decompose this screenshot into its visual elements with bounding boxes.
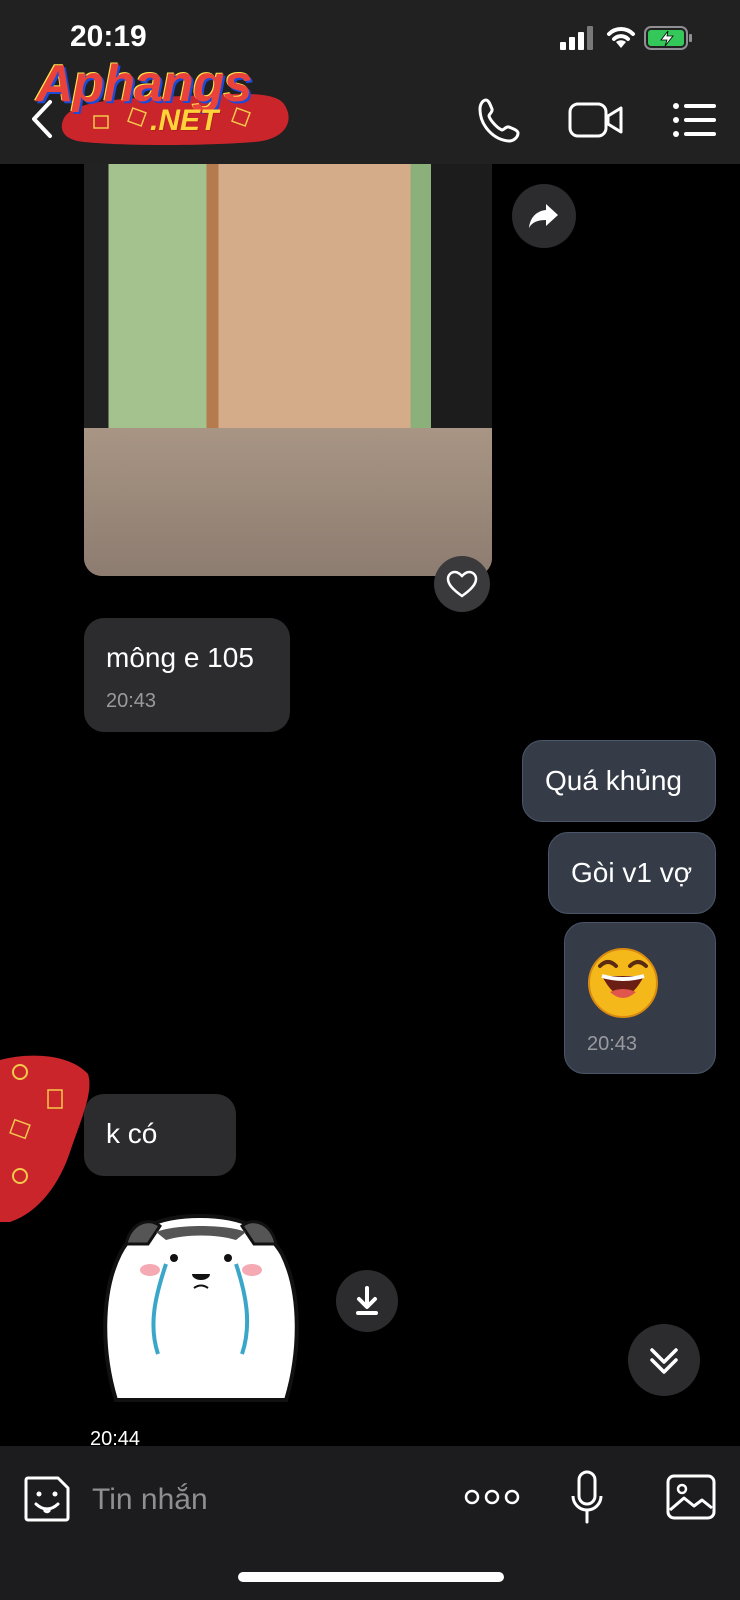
message-input[interactable]: Tin nhắn [92,1474,432,1526]
outgoing-message-bubble[interactable]: Gòi v1 vợ [548,832,716,914]
heart-icon [446,570,478,598]
share-button[interactable] [512,184,576,248]
watermark-logo-subtext: .NET [150,104,219,137]
video-call-icon[interactable] [568,98,624,142]
message-time: 20:43 [106,690,157,712]
home-indicator [238,1572,504,1582]
incoming-message-bubble[interactable]: mông e 105 20:43 [84,618,290,732]
status-time: 20:19 [70,20,147,53]
download-icon [356,1286,378,1315]
download-button[interactable] [336,1270,398,1332]
sticker-face-icon[interactable] [22,1474,72,1524]
microphone-icon[interactable] [570,1470,604,1526]
message-text: Gòi v1 vợ [571,857,693,888]
message-time: 20:43 [587,1033,638,1055]
photo-content [84,164,492,428]
wifi-icon [607,27,635,48]
scroll-to-bottom-button[interactable] [628,1324,700,1396]
phone-call-icon[interactable] [476,96,524,144]
photo-message[interactable] [84,164,492,576]
message-text: mông e 105 [106,642,254,673]
menu-list-icon[interactable] [672,100,718,140]
forward-arrow-icon [529,204,558,228]
image-gallery-icon[interactable] [666,1474,716,1520]
outgoing-message-bubble[interactable]: Quá khủng [522,740,716,822]
more-options-icon[interactable] [464,1486,520,1508]
laughing-emoji-icon [588,948,658,1018]
photo-content-lower [84,428,492,576]
message-text: k có [106,1118,158,1149]
message-text: Quá khủng [545,765,682,796]
double-chevron-down-icon [650,1348,678,1374]
crying-bear-sticker[interactable] [96,1204,306,1404]
like-button[interactable] [434,556,490,612]
cellular-signal-icon [560,26,593,50]
watermark-logo-text: Aphangs [36,55,252,113]
battery-charging-icon [644,26,692,50]
incoming-message-bubble[interactable]: k có [84,1094,236,1176]
red-envelope-sticker [0,1055,90,1222]
